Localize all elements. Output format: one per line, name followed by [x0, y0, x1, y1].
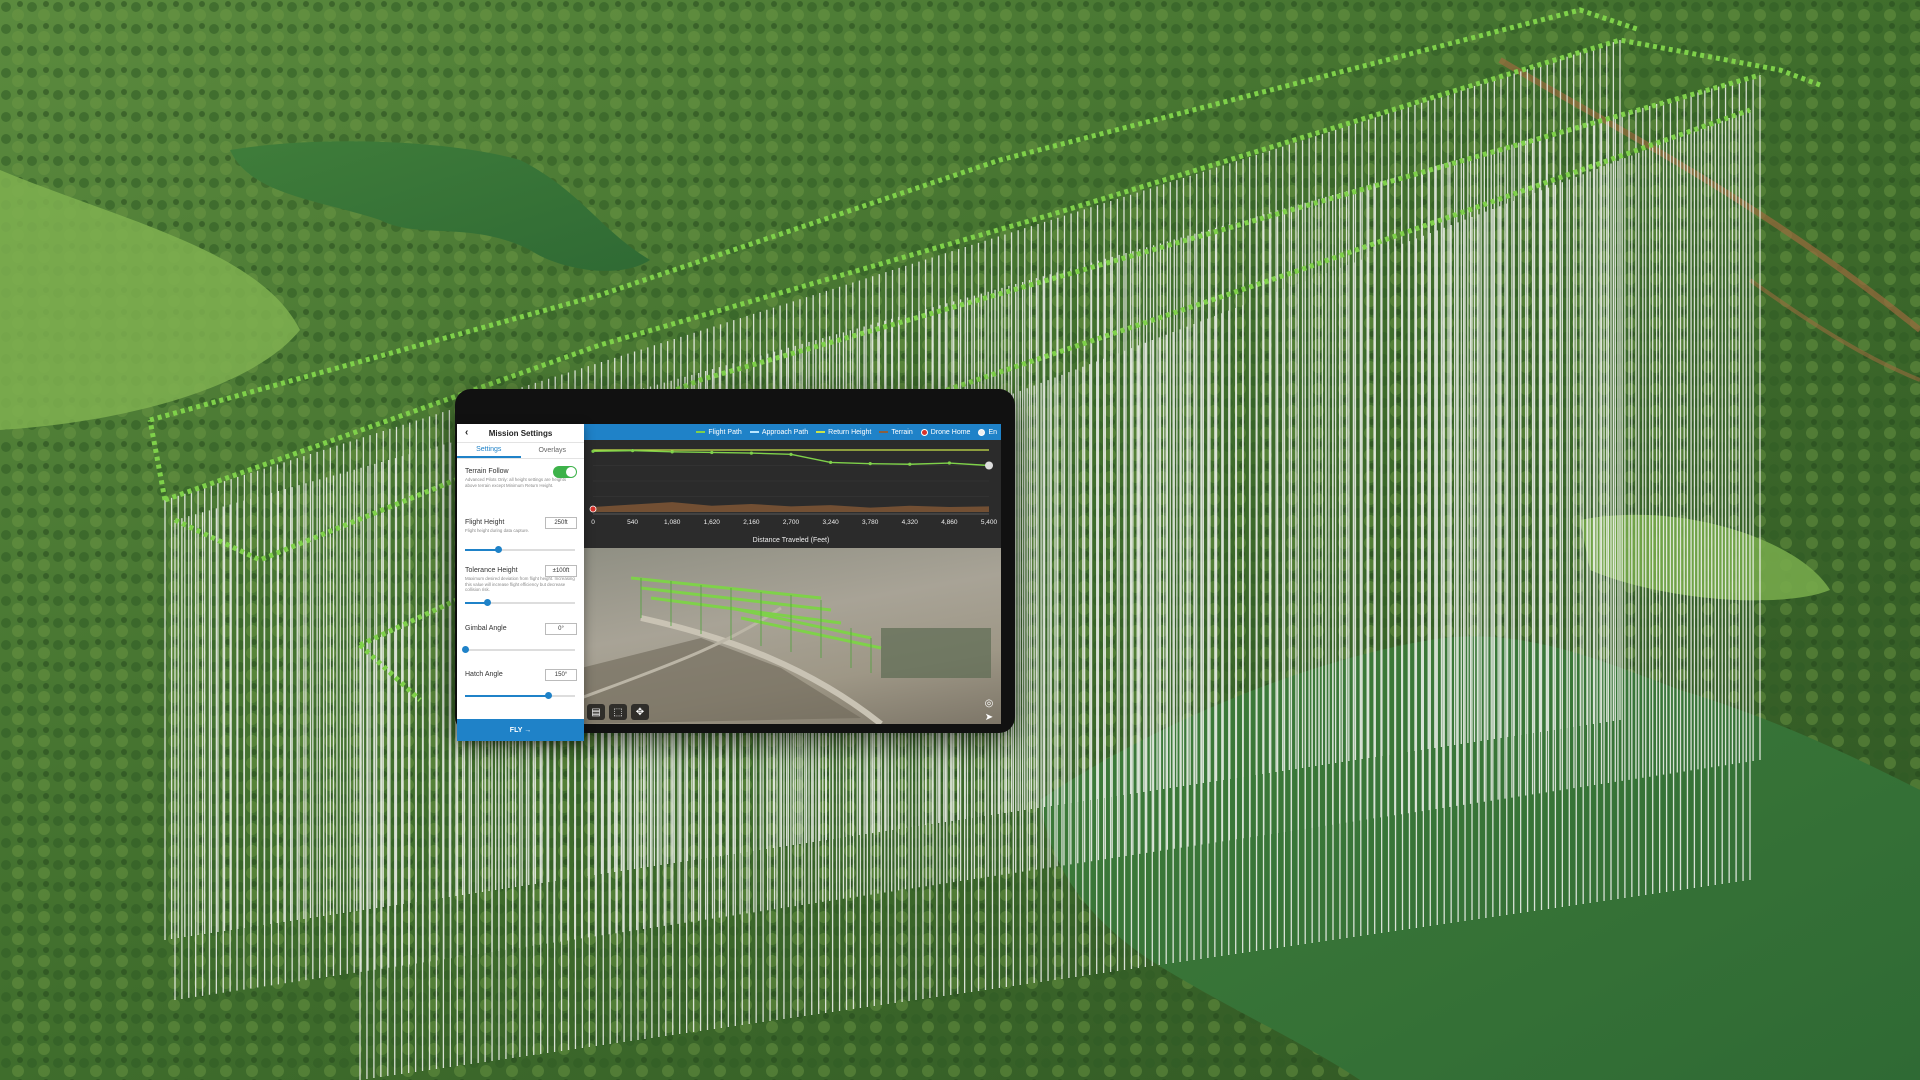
3d-map-view[interactable]: ▤ ⬚ ✥ ◎ ➤ — [581, 548, 1001, 724]
x-tick-label: 5,400 — [981, 519, 998, 526]
slider-fill — [465, 695, 548, 697]
map-buildings — [881, 628, 991, 678]
hatch-angle-setting: Hatch Angle 150° — [465, 669, 577, 699]
elevation-profile-chart: 0 540 1,080 1,620 2,160 2,700 3,240 3,780 4,320 4… — [581, 440, 1001, 548]
map-grid-line — [730, 606, 872, 640]
flight-path-swatch — [696, 431, 706, 433]
map-grid-line — [740, 616, 882, 650]
flight-path-point — [710, 450, 714, 455]
gimbal-angle-slider[interactable] — [462, 646, 575, 653]
tablet-screen: Flight Path Approach Path Return Height … — [581, 424, 1001, 724]
map-toolbar: ▤ ⬚ ✥ — [587, 704, 649, 720]
drone-marker-icon — [978, 428, 986, 436]
x-tick-label: 0 — [591, 519, 595, 526]
tab-settings[interactable]: Settings — [457, 443, 521, 458]
legend-approach-path-label: Approach Path — [761, 428, 809, 436]
gimbal-angle-input[interactable]: 0° — [545, 623, 577, 635]
legend-terrain: Terrain — [879, 428, 913, 436]
flight-path-point — [908, 462, 912, 466]
legend-return-height: Return Height — [816, 429, 871, 436]
terrain-follow-toggle[interactable] — [553, 466, 577, 478]
x-tick-label: 3,240 — [822, 519, 839, 526]
terrain-swatch — [879, 431, 889, 433]
panel-title: Mission Settings — [488, 428, 553, 438]
flight-height-setting: Flight Height 250ft Flight height during… — [465, 517, 577, 553]
home-marker-icon — [589, 505, 597, 513]
layers-icon[interactable]: ▤ — [587, 704, 605, 720]
locate-icon[interactable]: ◎ — [982, 696, 996, 710]
3d-map-render — [581, 576, 991, 724]
fly-button[interactable]: FLY → — [457, 719, 584, 741]
frame-icon[interactable]: ⬚ — [609, 704, 627, 720]
legend-terrain-label: Terrain — [891, 428, 913, 436]
approach-path-swatch — [749, 431, 759, 433]
gimbal-angle-setting: Gimbal Angle 0° — [462, 623, 577, 653]
legend-approach-path: Approach Path — [749, 428, 809, 436]
flight-path-point — [591, 449, 595, 453]
tolerance-height-input[interactable]: ±100ft — [545, 565, 577, 577]
flight-path-point — [670, 450, 674, 454]
chevron-left-icon[interactable]: ‹ — [465, 427, 468, 438]
tolerance-height-desc: Maximum desired deviation from flight he… — [465, 576, 575, 592]
slider-knob[interactable] — [495, 546, 502, 553]
x-tick-label: 1,080 — [664, 519, 681, 526]
flight-path-point — [789, 452, 793, 456]
slider-knob[interactable] — [544, 692, 552, 699]
flight-path-point — [631, 449, 635, 453]
flight-path-point — [749, 451, 753, 455]
mission-settings-panel: ‹ Mission Settings Settings Overlays Ter… — [457, 424, 584, 741]
terrain-follow-desc: Advanced Pilots Only: all height setting… — [465, 477, 567, 488]
flight-path-point — [829, 460, 833, 464]
drone-marker-icon — [985, 461, 993, 470]
legend-return-height-label: Return Height — [828, 428, 872, 436]
x-tick-label: 1,620 — [704, 519, 721, 526]
legend-flight-path-label: Flight Path — [708, 428, 742, 436]
slider-knob[interactable] — [484, 599, 491, 606]
x-tick-label: 540 — [627, 519, 638, 526]
map-flight-grid — [630, 576, 882, 650]
return-height-swatch — [816, 431, 826, 433]
flight-path-point — [947, 461, 951, 465]
profile-plot: 0 540 1,080 1,620 2,160 2,700 3,240 3,780 4,320 4… — [589, 449, 998, 526]
legend-extra-label: En — [988, 428, 997, 436]
x-tick-label: 2,160 — [743, 519, 760, 526]
home-marker-icon — [920, 428, 928, 436]
x-tick-label: 4,320 — [902, 519, 919, 526]
flight-path-point — [868, 462, 872, 466]
move-icon[interactable]: ✥ — [631, 704, 649, 720]
tolerance-height-setting: Tolerance Height ±100ft Maximum desired … — [465, 565, 577, 606]
flight-height-input[interactable]: 250ft — [545, 517, 577, 529]
terrain-area — [593, 502, 989, 512]
legend-drone-home: Drone Home — [920, 428, 971, 436]
terrain-follow-setting: Terrain Follow Advanced Pilots Only: all… — [465, 466, 577, 488]
tab-overlays[interactable]: Overlays — [521, 443, 585, 458]
panel-tabs: Settings Overlays — [457, 443, 584, 459]
legend-flight-path: Flight Path — [696, 428, 742, 436]
legend-drone-home-label: Drone Home — [930, 428, 971, 436]
x-tick-label: 2,700 — [783, 519, 800, 526]
chart-legend: Flight Path Approach Path Return Height … — [581, 424, 1001, 440]
hatch-angle-input[interactable]: 150° — [545, 669, 577, 681]
slider-knob[interactable] — [462, 646, 469, 653]
map-grid-line — [630, 576, 822, 600]
x-tick-label: 4,860 — [941, 519, 958, 526]
x-axis-label: Distance Traveled (Feet) — [752, 537, 830, 544]
x-tick-label: 3,780 — [862, 519, 879, 526]
hatch-angle-slider[interactable] — [465, 692, 575, 699]
legend-extra: En — [978, 428, 997, 436]
panel-header: ‹ Mission Settings — [457, 424, 584, 443]
flight-height-slider[interactable] — [465, 546, 575, 553]
navigate-icon[interactable]: ➤ — [982, 710, 996, 724]
slider-fill — [465, 549, 498, 551]
tolerance-height-slider[interactable] — [465, 599, 575, 606]
